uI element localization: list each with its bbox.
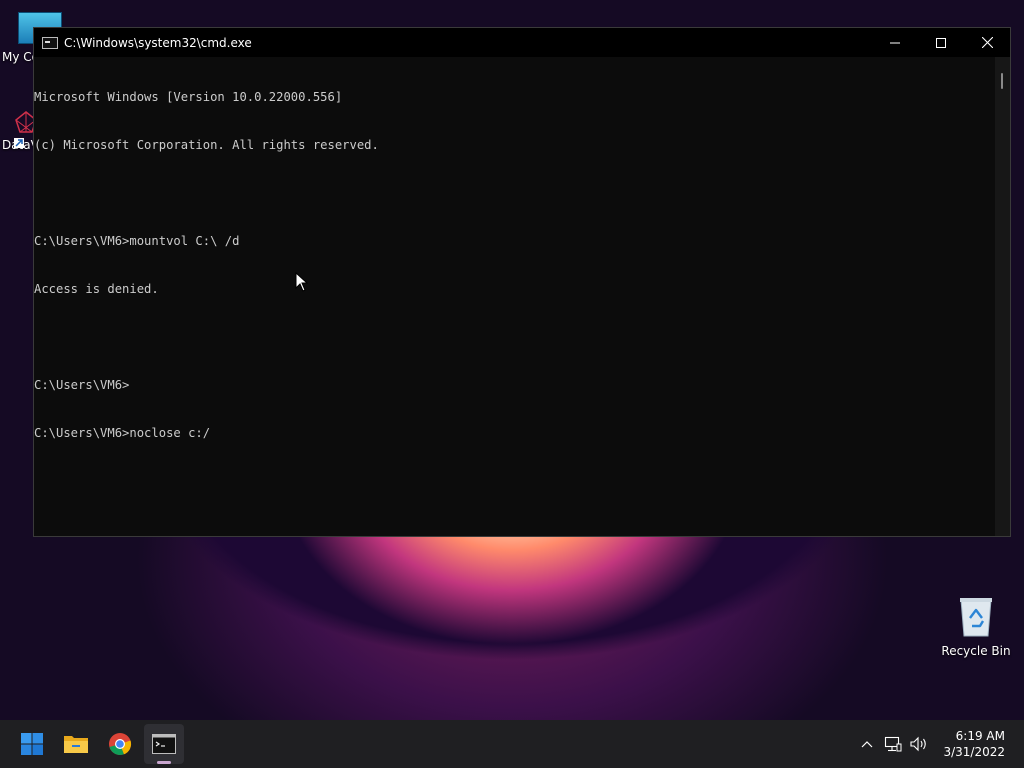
show-hidden-icons-button[interactable]: [855, 728, 879, 760]
clock-time: 6:19 AM: [955, 729, 1005, 743]
system-tray: 6:19 AM 3/31/2022: [855, 720, 1024, 768]
volume-button[interactable]: [907, 728, 931, 760]
desktop-icon-recycle-bin[interactable]: Recycle Bin: [940, 596, 1012, 658]
console-output[interactable]: Microsoft Windows [Version 10.0.22000.55…: [34, 57, 996, 536]
network-icon: [885, 736, 902, 752]
close-icon: [981, 37, 993, 48]
clock-date: 3/31/2022: [943, 745, 1005, 759]
taskbar-chrome[interactable]: [100, 724, 140, 764]
windows-start-icon: [21, 733, 43, 755]
chevron-up-icon: [862, 741, 873, 748]
chrome-icon: [109, 733, 132, 756]
cmd-app-icon[interactable]: [42, 36, 58, 49]
maximize-button[interactable]: [918, 28, 964, 57]
folder-icon: [64, 736, 88, 753]
speaker-icon: [910, 736, 927, 752]
taskbar: 6:19 AM 3/31/2022: [0, 720, 1024, 768]
mouse-pointer-icon: [295, 272, 309, 292]
recycle-bin-icon: [958, 596, 994, 638]
scrollbar-thumb[interactable]: [1001, 73, 1003, 89]
taskbar-clock[interactable]: 6:19 AM 3/31/2022: [943, 728, 1005, 760]
console-line: (c) Microsoft Corporation. All rights re…: [34, 138, 379, 152]
console-line: C:\Users\VM6>mountvol C:\ /d: [34, 234, 240, 248]
vertical-scrollbar[interactable]: [995, 57, 1010, 536]
cmd-icon: [152, 734, 176, 754]
maximize-icon: [936, 37, 946, 48]
minimize-button[interactable]: [872, 28, 918, 57]
network-button[interactable]: [881, 728, 905, 760]
console-line: C:\Users\VM6>: [34, 378, 130, 392]
start-button[interactable]: [12, 724, 52, 764]
close-button[interactable]: [964, 28, 1010, 57]
window-title: C:\Windows\system32\cmd.exe: [64, 35, 252, 50]
minimize-icon: [890, 42, 900, 43]
cmd-window[interactable]: C:\Windows\system32\cmd.exe Microsoft Wi…: [33, 27, 1011, 537]
desktop-icon-label: Recycle Bin: [941, 644, 1011, 658]
taskbar-file-explorer[interactable]: [56, 724, 96, 764]
console-line: Access is denied.: [34, 282, 159, 296]
console-line: C:\Users\VM6>noclose c:/: [34, 426, 211, 440]
window-titlebar[interactable]: C:\Windows\system32\cmd.exe: [34, 28, 1010, 57]
taskbar-command-prompt[interactable]: [144, 724, 184, 764]
console-line: Microsoft Windows [Version 10.0.22000.55…: [34, 90, 343, 104]
